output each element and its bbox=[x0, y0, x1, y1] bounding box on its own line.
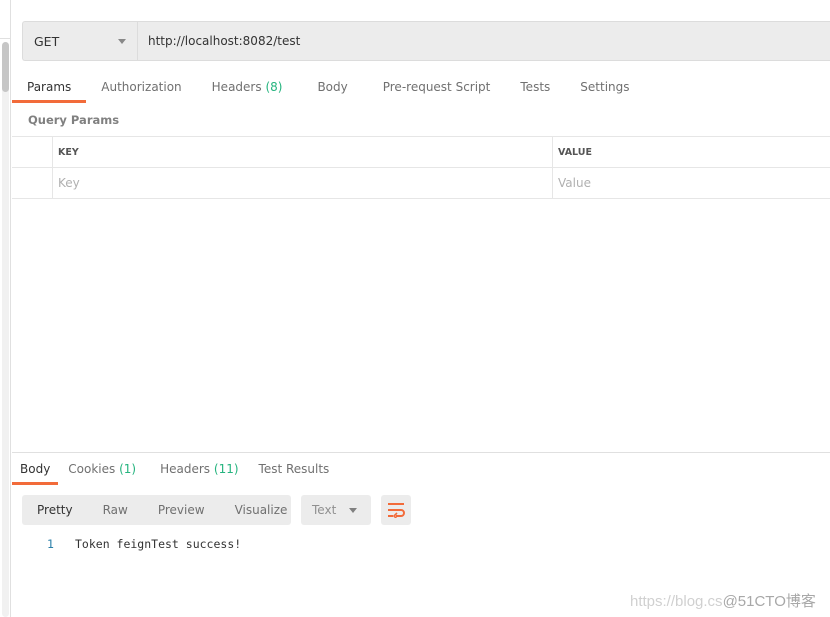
left-panel-edge bbox=[0, 0, 11, 617]
tab-label: Test Results bbox=[258, 462, 330, 476]
watermark: https://blog.cs@51CTO博客 bbox=[630, 590, 816, 611]
query-params-title: Query Params bbox=[28, 113, 120, 127]
format-label: Text bbox=[312, 503, 337, 517]
key-header: KEY bbox=[53, 137, 553, 167]
code-line: Token feignTest success! bbox=[75, 537, 242, 551]
value-header: VALUE bbox=[558, 146, 592, 158]
tab-cookies[interactable]: Cookies (1) bbox=[60, 458, 144, 485]
view-mode-group: Pretty Raw Preview Visualize bbox=[22, 495, 291, 525]
tab-params[interactable]: Params bbox=[12, 76, 87, 103]
format-select[interactable]: Text bbox=[301, 495, 371, 525]
divider bbox=[0, 38, 11, 39]
tab-label: Settings bbox=[580, 80, 630, 94]
wrap-icon bbox=[388, 503, 405, 518]
tab-tests[interactable]: Tests bbox=[505, 76, 565, 103]
tab-response-body[interactable]: Body bbox=[12, 458, 59, 485]
line-number: 1 bbox=[47, 537, 54, 551]
tab-label: Cookies bbox=[68, 462, 116, 476]
row-checkbox-cell bbox=[12, 168, 53, 198]
preview-button[interactable]: Preview bbox=[143, 503, 220, 517]
response-divider[interactable] bbox=[12, 452, 830, 453]
table-row: Key Value bbox=[12, 168, 830, 199]
tab-count: (11) bbox=[213, 462, 239, 476]
tab-label: Headers bbox=[211, 80, 262, 94]
tab-test-results[interactable]: Test Results bbox=[251, 458, 338, 485]
chevron-down-icon bbox=[349, 508, 357, 513]
tab-response-headers[interactable]: Headers (11) bbox=[152, 458, 246, 485]
table-header-row: KEY VALUE bbox=[12, 137, 830, 168]
chevron-down-icon bbox=[118, 39, 126, 44]
watermark-brand: @51CTO博客 bbox=[722, 593, 816, 610]
wrap-lines-button[interactable] bbox=[381, 495, 411, 525]
tab-count: (8) bbox=[265, 80, 283, 94]
method-label: GET bbox=[34, 33, 60, 49]
scrollbar-thumb[interactable] bbox=[2, 42, 9, 92]
tab-label: Headers bbox=[160, 462, 211, 476]
tab-settings[interactable]: Settings bbox=[565, 76, 644, 103]
checkbox-column bbox=[12, 137, 53, 167]
tab-label: Tests bbox=[520, 80, 551, 94]
visualize-button[interactable]: Visualize bbox=[220, 503, 303, 517]
tab-label: Body bbox=[20, 462, 51, 476]
tab-body[interactable]: Body bbox=[297, 76, 367, 103]
tab-label: Pre-request Script bbox=[382, 80, 491, 94]
pretty-button[interactable]: Pretty bbox=[22, 503, 88, 517]
tab-label: Authorization bbox=[101, 80, 182, 94]
tab-pre-request-script[interactable]: Pre-request Script bbox=[368, 76, 506, 103]
request-bar: GET http://localhost:8082/test bbox=[22, 21, 830, 61]
value-input[interactable]: Value bbox=[553, 168, 830, 198]
tab-headers[interactable]: Headers (8) bbox=[197, 76, 298, 103]
request-tabs: Params Authorization Headers (8) Body Pr… bbox=[12, 76, 645, 104]
response-tabs: Body Cookies (1) Headers (11) Test Resul… bbox=[12, 458, 339, 486]
url-input[interactable]: http://localhost:8082/test bbox=[138, 22, 300, 60]
watermark-url: https://blog.cs bbox=[630, 593, 723, 610]
tab-label: Body bbox=[317, 80, 348, 94]
response-body: 1 Token feignTest success! bbox=[47, 537, 241, 551]
params-table: KEY VALUE Key Value bbox=[12, 136, 830, 199]
tab-label: Params bbox=[27, 80, 72, 94]
tab-count: (1) bbox=[119, 462, 137, 476]
raw-button[interactable]: Raw bbox=[88, 503, 143, 517]
scrollbar-track[interactable] bbox=[2, 42, 9, 617]
method-select[interactable]: GET bbox=[23, 22, 138, 60]
key-input[interactable]: Key bbox=[53, 168, 553, 198]
tab-authorization[interactable]: Authorization bbox=[86, 76, 196, 103]
